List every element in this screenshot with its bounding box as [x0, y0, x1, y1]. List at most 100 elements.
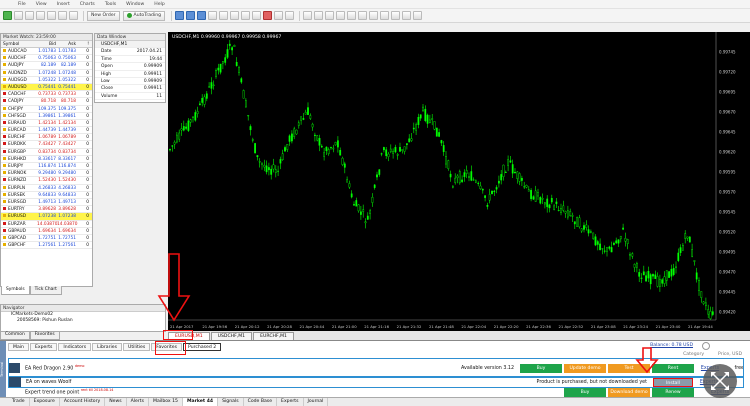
market-watch-row[interactable]: EURGBP 0.83734 0.83734 0 — [1, 149, 92, 156]
market-watch-row[interactable]: EURCAD 1.44739 1.44739 0 — [1, 127, 92, 135]
navigator-icon[interactable] — [47, 11, 56, 20]
market-watch-tab-tick-chart[interactable]: Tick Chart — [29, 286, 62, 295]
terminal-tab-journal[interactable]: Journal — [304, 398, 329, 406]
market-watch-row[interactable]: AUDSGD 1.05322 1.05322 0 — [1, 77, 92, 84]
terminal-tab-experts[interactable]: Experts — [277, 398, 304, 406]
buy-button[interactable]: Buy — [564, 387, 606, 397]
market-watch-row[interactable]: CADCHF 0.73733 0.73733 0 — [1, 91, 92, 99]
fibonacci-icon[interactable] — [369, 11, 379, 20]
market-watch-row[interactable]: GBPCAD 1.72751 1.72751 0 — [1, 235, 92, 243]
product-row-trend-one-point[interactable]: Expert trend one point rent till 2018.08… — [8, 387, 744, 397]
navigator-tab-common[interactable]: Common — [0, 332, 30, 340]
zoom-overlay[interactable] — [703, 364, 737, 398]
terminal-tab-code-base[interactable]: Code Base — [244, 398, 278, 406]
market-watch-row[interactable]: EURJPY 116.874 116.874 0 — [1, 163, 92, 171]
menu-item-file[interactable]: File — [18, 2, 26, 7]
navigator-tab-favorites[interactable]: Favorites — [29, 332, 60, 340]
chart-tab[interactable]: EURCHF,M1 — [253, 332, 294, 340]
chart-tab[interactable]: USDCHF,M1 — [210, 332, 253, 340]
menu-item-window[interactable]: Window — [126, 2, 144, 7]
renew-button[interactable]: Renew — [652, 387, 694, 397]
market-watch-column-header[interactable]: ! — [77, 41, 91, 47]
download-demo-button[interactable]: Download demo — [608, 387, 650, 397]
market-tab-experts[interactable]: Experts — [29, 343, 58, 351]
templates-icon[interactable] — [285, 11, 295, 20]
market-watch-row[interactable]: AUDNZD 1.07248 1.07248 0 — [1, 70, 92, 77]
market-watch-icon[interactable] — [25, 11, 34, 20]
market-watch-row[interactable]: EURSEK 9.64833 9.64833 0 — [1, 192, 92, 199]
terminal-tab-signals[interactable]: Signals — [218, 398, 244, 406]
market-watch-row[interactable]: AUDJPY 82.189 82.189 0 — [1, 62, 92, 70]
market-tab-libraries[interactable]: Libraries — [92, 343, 122, 351]
autoscroll-icon[interactable] — [241, 11, 251, 20]
market-watch-row[interactable]: EURPLN 4.26833 4.26833 0 — [1, 185, 92, 192]
text-tool-icon[interactable] — [380, 11, 390, 20]
market-watch-row[interactable]: EURSGD 1.49713 1.49713 0 — [1, 199, 92, 207]
menu-item-insert[interactable]: Insert — [57, 2, 70, 7]
menu-item-tools[interactable]: Tools — [105, 2, 116, 7]
market-watch-row[interactable]: EURHKD 8.33617 8.33617 0 — [1, 156, 92, 163]
market-watch-row[interactable]: EURNOK 9.29480 9.29480 0 — [1, 170, 92, 178]
menu-item-help[interactable]: Help — [154, 2, 164, 7]
line-chart-icon[interactable] — [197, 11, 207, 20]
new-order-button[interactable]: New Order — [87, 10, 120, 21]
market-watch-column-header[interactable]: Ask — [57, 41, 77, 47]
trendline-icon[interactable] — [347, 11, 357, 20]
market-watch-row[interactable]: EURCHF 1.06789 1.06789 0 — [1, 134, 92, 142]
price-chart[interactable]: USDCHF,M1 0.99960 0.99967 0.99958 0.9996… — [168, 32, 750, 332]
terminal-tab-news[interactable]: News — [105, 398, 127, 406]
market-watch-row[interactable]: EURNZD 1.52430 1.52430 0 — [1, 177, 92, 185]
horizontal-line-icon[interactable] — [336, 11, 346, 20]
period-m5-icon[interactable] — [413, 11, 423, 20]
market-watch-row[interactable]: CADJPY 80.718 80.718 0 — [1, 98, 92, 106]
market-watch-row[interactable]: EURUSD 1.07238 1.07238 0 — [1, 213, 92, 221]
market-watch-row[interactable]: GBPAUD 1.69634 1.69634 0 — [1, 228, 92, 235]
terminal-tab-exposure[interactable]: Exposure — [30, 398, 60, 406]
market-watch-row[interactable]: CHFSGD 1.39861 1.39861 0 — [1, 113, 92, 120]
data-window-icon[interactable] — [36, 11, 45, 20]
profiles-icon[interactable] — [14, 11, 23, 20]
terminal-tab-market[interactable]: Market 44 — [182, 398, 219, 406]
indicators-icon[interactable] — [263, 11, 273, 20]
market-watch-tab-symbols[interactable]: Symbols — [1, 286, 30, 295]
new-chart-icon[interactable] — [3, 11, 12, 20]
vertical-line-icon[interactable] — [325, 11, 335, 20]
zoom-in-icon[interactable] — [208, 11, 218, 20]
zoom-out-icon[interactable] — [219, 11, 229, 20]
market-watch-row[interactable]: GBPCHF 1.27561 1.27561 0 — [1, 242, 92, 250]
terminal-tab-alerts[interactable]: Alerts — [127, 398, 149, 406]
navigator-account[interactable]: 20058569: Pishun Ruslan — [1, 318, 165, 324]
menu-item-charts[interactable]: Charts — [80, 2, 95, 7]
market-watch-row[interactable]: EURZAR 14.03870 14.03870 0 — [1, 221, 92, 228]
market-watch-row[interactable]: EURTRY 3.89628 3.89628 0 — [1, 206, 92, 214]
terminal-tab-mailbox[interactable]: Mailbox 15 — [149, 398, 183, 406]
install-button[interactable]: Install — [653, 377, 693, 387]
period-m1-icon[interactable] — [402, 11, 412, 20]
bar-chart-icon[interactable] — [175, 11, 185, 20]
product-name[interactable]: EA on waves Woolf — [26, 380, 146, 385]
market-watch-row[interactable]: CHFJPY 109.375 109.375 0 — [1, 106, 92, 113]
chart-window[interactable]: USDCHF,M1 0.99960 0.99967 0.99958 0.9996… — [168, 32, 750, 334]
refresh-icon[interactable] — [702, 342, 710, 350]
market-watch-row[interactable]: AUDUSD 0.75441 0.75441 0 — [1, 83, 92, 92]
candlestick-icon[interactable] — [186, 11, 196, 20]
product-name[interactable]: Expert trend one point rent till 2018.08… — [25, 388, 165, 396]
terminal-tab-account-history[interactable]: Account History — [60, 398, 106, 406]
market-tab-indicators[interactable]: Indicators — [58, 343, 92, 351]
periods-icon[interactable] — [274, 11, 284, 20]
market-watch-column-header[interactable]: Symbol — [1, 41, 37, 47]
market-tab-main[interactable]: Main — [8, 343, 29, 351]
channel-icon[interactable] — [358, 11, 368, 20]
market-watch-row[interactable]: EURAUD 1.42134 1.42134 0 — [1, 120, 92, 128]
market-tab-utilities[interactable]: Utilities — [122, 343, 151, 351]
market-watch-row[interactable]: AUDCHF 0.75063 0.75063 0 — [1, 55, 92, 63]
chart-shift-icon[interactable] — [252, 11, 262, 20]
arrows-icon[interactable] — [391, 11, 401, 20]
market-watch-row[interactable]: AUDCAD 1.01783 1.01783 0 — [1, 48, 92, 56]
terminal-tab-trade[interactable]: Trade — [8, 398, 30, 406]
market-watch-column-header[interactable]: Bid — [37, 41, 57, 47]
tester-icon[interactable] — [69, 11, 78, 20]
autotrading-button[interactable]: AutoTrading — [122, 10, 166, 21]
terminal-icon[interactable] — [58, 11, 67, 20]
crosshair-icon[interactable] — [314, 11, 324, 20]
